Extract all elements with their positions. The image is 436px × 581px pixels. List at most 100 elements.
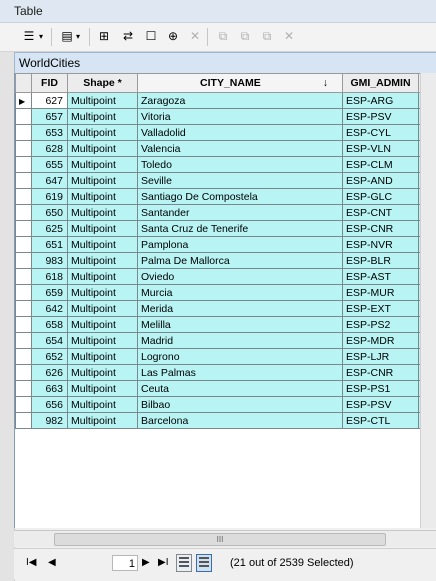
cell-shape: Multipoint — [67, 396, 138, 413]
first-record-button[interactable]: I◀ — [26, 557, 36, 568]
table-row[interactable]: 655MultipointToledoESP-CLMCa — [15, 156, 436, 173]
sort-descending-icon: ↓ — [322, 77, 328, 89]
table-row[interactable]: 618MultipointOviedoESP-ASTAs — [15, 268, 436, 285]
cell-city-name: Pamplona — [137, 236, 343, 253]
cell-fid: 657 — [31, 108, 68, 125]
table-row[interactable]: 626MultipointLas PalmasESP-CNRCa — [15, 364, 436, 381]
cell-fid: 647 — [31, 172, 68, 189]
table-row[interactable]: 658MultipointMelillaESP-PS2Me — [15, 316, 436, 333]
cell-shape: Multipoint — [67, 284, 138, 301]
table-name: WorldCities — [19, 56, 81, 70]
clear-selection-icon[interactable]: ☐ — [142, 28, 160, 44]
dropdown-arrow-icon[interactable]: ▾ — [74, 28, 82, 44]
column-header-city-name[interactable]: CITY_NAME ↓ — [137, 73, 343, 93]
table-row[interactable]: 657MultipointVitoriaESP-PSVPa — [15, 108, 436, 125]
cell-shape: Multipoint — [67, 412, 138, 429]
table-row[interactable]: 651MultipointPamplonaESP-NVRNa — [15, 236, 436, 253]
table-row[interactable]: 625 Multipoint Santa Cruz de Tenerife ESP-C… — [15, 220, 436, 237]
cell-shape: Multipoint — [67, 156, 138, 173]
row-selector[interactable] — [15, 284, 32, 301]
table-options-icon[interactable]: ☰ — [20, 28, 38, 44]
row-selector[interactable] — [15, 236, 32, 253]
row-selector[interactable] — [15, 300, 32, 317]
row-selector[interactable]: ▶ — [15, 92, 32, 109]
current-record-field[interactable]: 1 — [112, 555, 138, 571]
list-icon-line — [199, 561, 209, 563]
row-selector[interactable] — [15, 396, 32, 413]
row-selector[interactable] — [15, 156, 32, 173]
next-record-button[interactable]: ▶ — [142, 557, 150, 568]
cell-city-name: Seville — [137, 172, 343, 189]
row-selector[interactable] — [15, 252, 32, 269]
cell-gmi-admin: ESP-AND — [342, 172, 419, 189]
show-selected-records-button[interactable] — [196, 554, 212, 572]
row-selector[interactable] — [15, 124, 32, 141]
table-row[interactable]: 659MultipointMurciaESP-MURMu — [15, 284, 436, 301]
previous-record-button[interactable]: ◀ — [48, 557, 56, 568]
delete-selected-icon[interactable]: ✕ — [186, 28, 204, 44]
row-selector[interactable] — [15, 412, 32, 429]
zoom-to-selected-icon[interactable]: ⊕ — [164, 28, 182, 44]
table-row[interactable]: 628MultipointValenciaESP-VLNVa — [15, 140, 436, 157]
horizontal-scroll-thumb[interactable]: III — [54, 533, 386, 546]
select-by-attributes-icon[interactable]: ⊞ — [95, 28, 113, 44]
close-icon[interactable]: ✕ — [280, 28, 298, 44]
row-selector[interactable] — [15, 268, 32, 285]
cell-fid: 656 — [31, 396, 68, 413]
cell-gmi-admin: ESP-EXT — [342, 300, 419, 317]
table-row[interactable]: 652MultipointLogronoESP-LJRLa — [15, 348, 436, 365]
attribute-table-grid[interactable]: FID Shape * CITY_NAME ↓ GMI_ADMIN ▶ 627 Mu… — [14, 73, 436, 528]
row-selector[interactable] — [15, 188, 32, 205]
cut-icon[interactable]: ⧉ — [258, 28, 276, 44]
row-selector[interactable] — [15, 380, 32, 397]
vertical-scrollbar[interactable] — [420, 73, 436, 528]
table-row[interactable]: 619 Multipoint Santiago De Compostela ESP-G… — [15, 188, 436, 205]
column-header-shape[interactable]: Shape * — [67, 73, 138, 93]
list-icon-line — [199, 565, 209, 567]
cell-gmi-admin: ESP-NVR — [342, 236, 419, 253]
cell-shape: Multipoint — [67, 316, 138, 333]
cell-shape: Multipoint — [67, 236, 138, 253]
copy-icon[interactable]: ⧉ — [214, 28, 232, 44]
horizontal-scrollbar[interactable]: III — [14, 530, 436, 547]
row-selector[interactable] — [15, 316, 32, 333]
row-selector[interactable] — [15, 172, 32, 189]
table-row[interactable]: 642MultipointMeridaESP-EXTEx — [15, 300, 436, 317]
dropdown-arrow-icon[interactable]: ▾ — [37, 28, 45, 44]
row-selector[interactable] — [15, 108, 32, 125]
cell-shape: Multipoint — [67, 300, 138, 317]
cell-city-name: Toledo — [137, 156, 343, 173]
row-selector-header[interactable] — [15, 73, 32, 93]
cell-city-name: Santander — [137, 204, 343, 221]
table-row[interactable]: 663MultipointCeutaESP-PS1Ce — [15, 380, 436, 397]
table-tab[interactable]: WorldCities — [14, 52, 436, 74]
row-selector[interactable] — [15, 204, 32, 221]
row-selector[interactable] — [15, 348, 32, 365]
last-record-button[interactable]: ▶I — [158, 557, 168, 568]
switch-selection-icon[interactable]: ⇄ — [119, 28, 137, 44]
table-row[interactable]: 656MultipointBilbaoESP-PSVPa — [15, 396, 436, 413]
column-header-city-name-label: CITY_NAME — [200, 77, 261, 89]
table-row[interactable]: 654MultipointMadridESP-MDRMa — [15, 332, 436, 349]
table-row[interactable]: 982MultipointBarcelonaESP-CTLCa — [15, 412, 436, 429]
table-row[interactable]: 650MultipointSantanderESP-CNTCa — [15, 204, 436, 221]
column-header-gmi-admin[interactable]: GMI_ADMIN — [342, 73, 419, 93]
row-selector[interactable] — [15, 332, 32, 349]
table-row[interactable]: ▶627MultipointZaragozaESP-ARGAr — [15, 92, 436, 109]
cell-gmi-admin: ESP-CTL — [342, 412, 419, 429]
column-header-fid[interactable]: FID — [31, 73, 68, 93]
table-row[interactable]: 983MultipointPalma De MallorcaESP-BLRIsl — [15, 252, 436, 269]
cell-city-name: Santiago De Compostela — [137, 188, 343, 205]
row-selector[interactable] — [15, 140, 32, 157]
show-all-records-button[interactable] — [176, 554, 192, 572]
cell-city-name: Valencia — [137, 140, 343, 157]
cell-shape: Multipoint — [67, 172, 138, 189]
cell-city-name: Santa Cruz de Tenerife — [137, 220, 343, 237]
row-selector[interactable] — [15, 364, 32, 381]
row-selector[interactable] — [15, 220, 32, 237]
cell-fid: 627 — [31, 92, 68, 109]
table-row[interactable]: 653MultipointValladolidESP-CYLCa — [15, 124, 436, 141]
cell-shape: Multipoint — [67, 188, 138, 205]
paste-icon[interactable]: ⧉ — [236, 28, 254, 44]
table-row[interactable]: 647MultipointSevilleESP-ANDAn — [15, 172, 436, 189]
